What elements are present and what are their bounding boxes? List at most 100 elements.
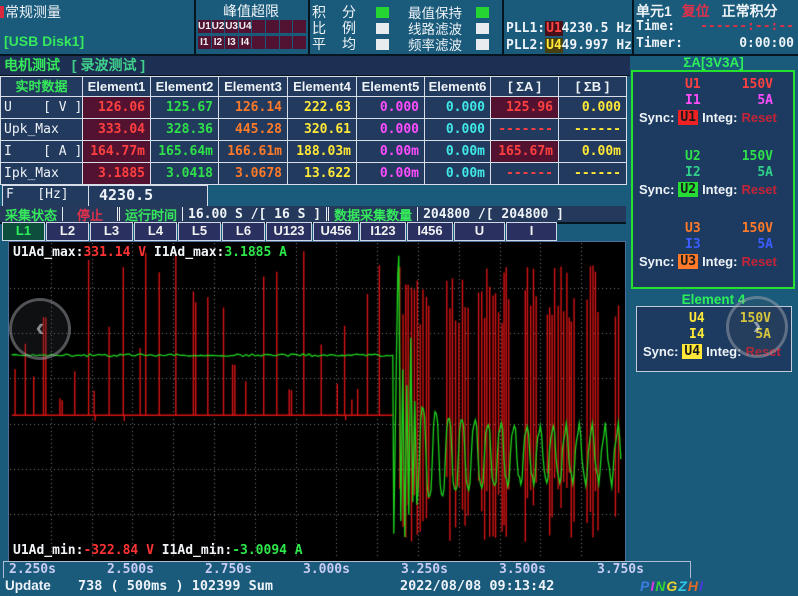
tab-l6[interactable]: L6 [222,222,265,241]
table-cell: ------ [491,163,559,185]
logo-letter: Z [678,578,688,594]
timer-label: Timer: [636,36,683,51]
tab-l4[interactable]: L4 [134,222,177,241]
table-cell: 328.36 [151,119,219,141]
table-corner: 实时数据 [1,77,83,97]
table-cell: 125.96 [491,97,559,119]
integ-value[interactable]: Reset [741,182,776,197]
column-header: [ ΣB ] [559,77,627,97]
tab-i123[interactable]: I123 [360,222,406,241]
pll-name: PLL1: [506,21,545,36]
column-header: [ ΣA ] [491,77,559,97]
time-value: ------:--:-- [700,19,794,34]
wave-label-name: U1Ad_max: [13,245,83,260]
i-range: 5A [757,237,773,253]
table-cell: 164.77m [83,141,151,163]
unit-reset-label[interactable]: 复位 [682,3,710,19]
runtime-label: 运行时间 [120,205,182,224]
sync-line: Sync:U2Integ:Reset [633,181,793,198]
wiring-group-1: U1150VI15ASync:U1Integ:Reset [633,77,793,126]
peak-over-u-row: U1U2U3U4 [198,20,306,34]
sync-source: U3 [678,254,698,269]
tab-l3[interactable]: L3 [90,222,133,241]
u-name: U1 [685,77,701,93]
wave-label-unit: V [138,543,154,558]
table-cell: 0.00m [425,163,491,185]
peak-cell: I2 [212,36,225,49]
axis-tick: 2.250s [9,562,56,577]
logo-letter: I [699,578,704,594]
frequency-value: 4230.5 [89,186,207,206]
tab-l1[interactable]: L1 [2,222,45,241]
element4-sync-source: U4 [682,344,702,359]
column-header: Element5 [357,77,425,97]
tab-u[interactable]: U [454,222,505,241]
footer-bar: Update 738 ( 500ms ) 102399 Sum 2022/08/… [0,578,798,596]
filter-indicator [476,39,489,50]
table-cell: 125.67 [151,97,219,119]
tab-l5[interactable]: L5 [178,222,221,241]
column-header: Element6 [425,77,491,97]
element4-u-name: U4 [689,311,705,327]
table-cell: 165.64m [151,141,219,163]
i-name: I3 [685,237,701,253]
tab-u123[interactable]: U123 [266,222,312,241]
unit-status: 正常积分 [722,3,778,19]
tab-l2[interactable]: L2 [46,222,89,241]
integration-toggle-panel: 积分比例平均 [312,0,406,54]
filter-toggle-panel: 最值保持线路滤波频率滤波 [408,0,502,54]
measurement-table: 实时数据Element1Element2Element3Element4Elem… [0,76,627,185]
filter-label: 频率滤波 [408,34,466,54]
wave-label-name: U1Ad_min: [13,543,83,558]
u-name: U2 [685,149,701,165]
mode-title: 常规测量 [5,2,61,22]
sync-label: Sync: [639,182,674,197]
wave-label-name: I1Ad_min: [154,543,232,558]
peak-over-limit-panel: 峰值超限 U1U2U3U4 I1I2I3I4 [196,0,308,54]
tab-i[interactable]: I [506,222,557,241]
integ-value[interactable]: Reset [741,110,776,125]
tab-u456[interactable]: U456 [313,222,359,241]
table-cell: 165.67m [491,141,559,163]
wave-label-value: 3.1885 [224,245,271,260]
i-range: 5A [757,93,773,109]
table-cell: 0.00m [559,141,627,163]
tab-i456[interactable]: I456 [407,222,453,241]
update-value: 738 ( 500ms ) 102399 Sum [78,578,273,594]
mode-section: 常规测量 [USB Disk1] [0,0,194,54]
peak-cell [293,20,306,33]
integ-value[interactable]: Reset [741,254,776,269]
pll-name: PLL2: [506,38,545,53]
i-line: I2 5A [633,165,793,181]
waveform-canvas[interactable] [10,243,622,559]
integ-label: Integ: [702,110,737,125]
peak-cell [252,20,265,33]
i-range: 5A [757,165,773,181]
i-name: I2 [685,165,701,181]
u-range: 150V [742,221,773,237]
wave-label-value: -3.0094 [232,543,287,558]
acq-status-value: 停止 [63,205,117,224]
table-cell: 13.622 [288,163,357,185]
u-line: U3 150V [633,221,793,237]
prev-page-arrow[interactable]: ‹ [9,298,71,360]
row-label: Upk_Max [1,119,83,141]
u-name: U3 [685,221,701,237]
integ-label: Integ: [702,182,737,197]
column-header: Element3 [219,77,288,97]
motor-test-label: 电机测试 [4,57,60,73]
peak-cell [266,36,279,49]
table-cell: 3.0418 [151,163,219,185]
pll-row-1: PLL1:U14230.5 Hz [506,20,632,36]
table-cell: 445.28 [219,119,288,141]
axis-tick: 2.750s [205,562,252,577]
table-cell: 0.000 [357,119,425,141]
next-page-arrow[interactable]: › [726,296,788,358]
sample-count-value: 204800 /[ 204800 ] [418,207,569,222]
table-cell: 3.1885 [83,163,151,185]
peak-cell: I1 [198,36,211,49]
axis-tick: 3.000s [303,562,350,577]
wiring-group-title: ΣA[3V3A] [632,55,795,70]
acq-status-label: 采集状态 [0,205,62,224]
table-cell: 188.03m [288,141,357,163]
